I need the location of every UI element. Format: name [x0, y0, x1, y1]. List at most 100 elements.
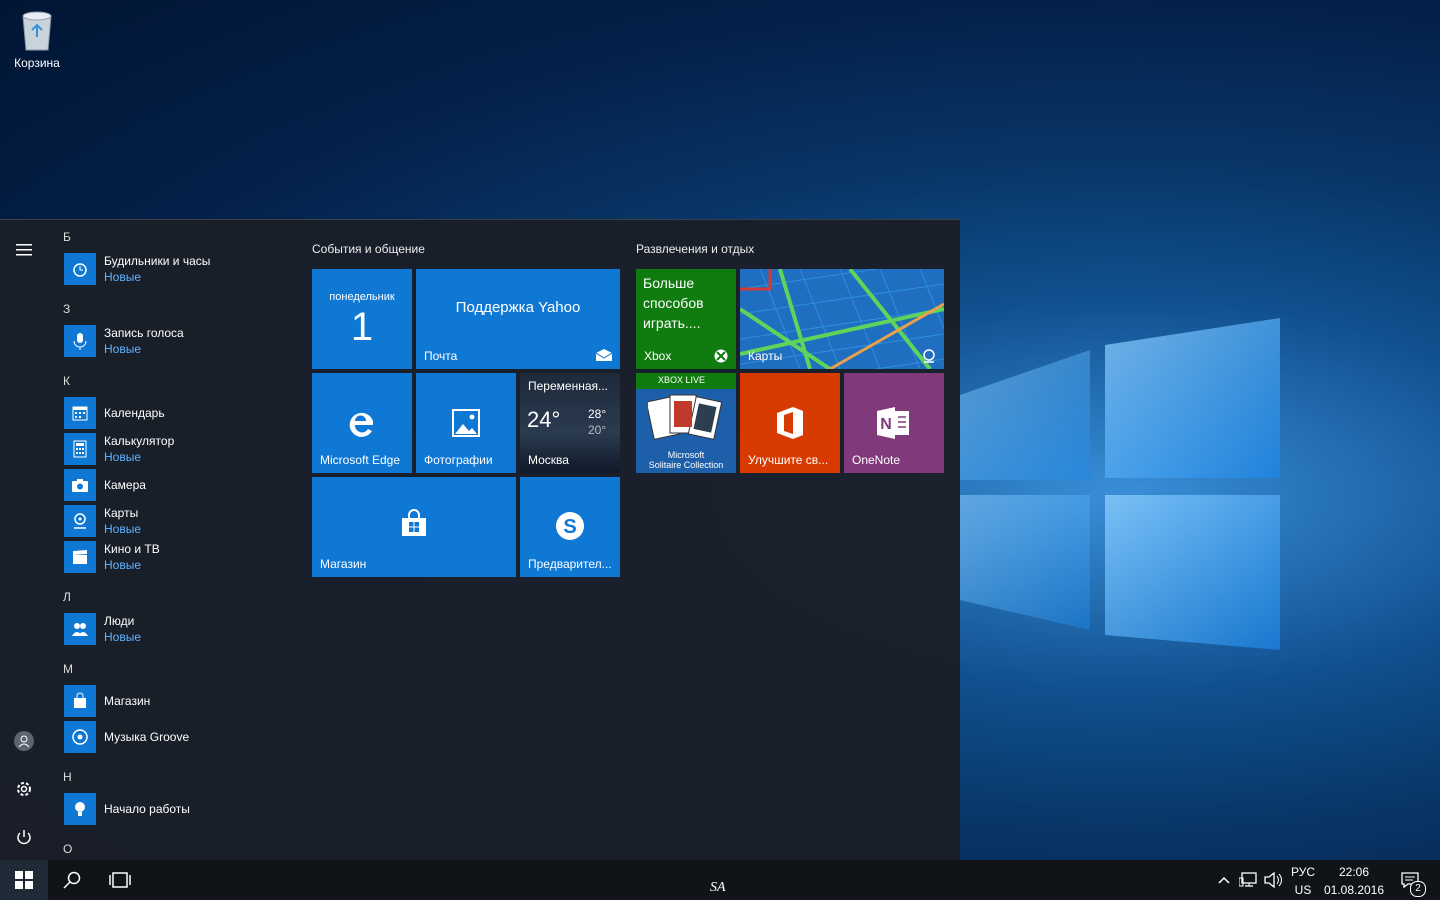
app-name: Люди [104, 614, 135, 628]
alarm-clock-icon [64, 253, 96, 285]
app-name: Кино и ТВ [104, 542, 160, 556]
skype-icon: S [556, 512, 584, 540]
task-view-button[interactable] [96, 860, 144, 900]
tile-photos[interactable]: Фотографии [416, 373, 516, 473]
tile-office[interactable]: Улучшите св... [740, 373, 840, 473]
expand-menu-button[interactable] [8, 234, 40, 266]
recycle-bin[interactable]: Корзина [8, 8, 66, 70]
keyboard-layout: US [1294, 883, 1312, 897]
xbox-promo-text: Больше способов играть.... [643, 275, 704, 331]
tile-label: Xbox [644, 349, 672, 363]
app-name: Запись голоса [104, 326, 184, 340]
app-calendar[interactable]: Календарь [64, 397, 165, 429]
power-button[interactable] [8, 821, 40, 853]
app-name: Камера [104, 478, 146, 492]
edge-icon [349, 412, 373, 437]
show-hidden-icons-button[interactable] [1212, 860, 1236, 900]
weather-city: Москва [528, 453, 569, 467]
svg-text:S: S [563, 516, 576, 538]
app-movies-tv[interactable]: Кино и ТВ Новые [64, 541, 160, 573]
app-voice-recorder[interactable]: Запись голоса Новые [64, 325, 184, 357]
clapperboard-icon [64, 541, 96, 573]
onenote-icon: N [877, 407, 909, 439]
app-badge: Новые [104, 522, 142, 536]
app-name: Калькулятор [104, 434, 175, 448]
app-badge: Новые [104, 630, 142, 644]
playing-cards-icon [648, 394, 723, 440]
app-alarms[interactable]: Будильники и часы Новые [64, 253, 210, 285]
start-button[interactable] [0, 860, 48, 900]
clock-time: 22:06 [1338, 865, 1370, 879]
people-icon [64, 613, 96, 645]
office-icon [777, 407, 803, 439]
start-rail [0, 220, 48, 861]
watermark: SA [710, 880, 726, 895]
tile-label: Фотографии [424, 453, 493, 467]
input-language-button[interactable]: РУС US [1288, 863, 1318, 897]
photos-icon [452, 409, 480, 437]
user-account-button[interactable] [8, 725, 40, 757]
taskbar: SA РУС US 22:06 01.08.2016 2 [0, 860, 1440, 900]
network-button[interactable] [1236, 860, 1260, 900]
xbox-live-badge: XBOX LIVE [658, 375, 706, 385]
lightbulb-icon [64, 793, 96, 825]
app-name: Карты [104, 506, 139, 520]
tile-skype[interactable]: S Предварител... [520, 477, 620, 577]
app-name: Начало работы [104, 802, 190, 816]
windows-logo-icon [15, 871, 33, 889]
mail-title: Поддержка Yahoo [455, 299, 581, 316]
app-maps[interactable]: Карты Новые [64, 505, 141, 537]
tile-store[interactable]: Магазин [312, 477, 516, 577]
gear-icon [17, 782, 31, 796]
clock-button[interactable]: 22:06 01.08.2016 [1322, 863, 1386, 897]
letter-header[interactable]: О [63, 842, 72, 856]
letter-header[interactable]: Н [63, 770, 72, 784]
action-center-button[interactable]: 2 [1390, 860, 1430, 900]
weather-condition: Переменная... [528, 379, 608, 393]
solitaire-title-line1: Microsoft [667, 450, 705, 460]
tile-mail[interactable]: Поддержка Yahoo Почта [416, 269, 620, 369]
tile-solitaire[interactable]: XBOX LIVE Microsoft Solitaire Collection [636, 373, 736, 473]
group-title[interactable]: События и общение [312, 242, 425, 256]
tile-label: Microsoft Edge [320, 453, 401, 467]
tile-weather[interactable]: Переменная... 24° 28° 20° Москва [520, 373, 620, 473]
tile-calendar[interactable]: понедельник 1 [312, 269, 412, 369]
app-get-started[interactable]: Начало работы [64, 793, 190, 825]
power-icon [17, 830, 31, 845]
language-code: РУС [1290, 865, 1316, 879]
app-name: Будильники и часы [104, 254, 211, 268]
letter-header[interactable]: З [63, 302, 70, 316]
calculator-icon [64, 433, 96, 465]
tile-xbox[interactable]: Больше способов играть.... Xbox [636, 269, 736, 369]
app-camera[interactable]: Камера [64, 469, 146, 501]
letter-header[interactable]: М [63, 662, 73, 676]
app-store[interactable]: Магазин [64, 685, 150, 717]
tile-label: OneNote [852, 453, 901, 467]
search-button[interactable] [48, 860, 96, 900]
camera-icon [64, 469, 96, 501]
chevron-up-icon [1218, 876, 1230, 884]
app-badge: Новые [104, 558, 142, 572]
letter-header[interactable]: Л [63, 590, 71, 604]
svg-text:N: N [880, 416, 892, 433]
app-calculator[interactable]: Калькулятор Новые [64, 433, 174, 465]
tile-onenote[interactable]: N OneNote [844, 373, 944, 473]
volume-button[interactable] [1260, 860, 1286, 900]
app-people[interactable]: Люди Новые [64, 613, 141, 645]
solitaire-title-line2: Solitaire Collection [648, 460, 724, 470]
notification-count-badge: 2 [1410, 881, 1426, 897]
app-groove-music[interactable]: Музыка Groove [64, 721, 189, 753]
group-title[interactable]: Развлечения и отдых [636, 242, 754, 256]
tile-label: Почта [424, 349, 458, 363]
tile-maps[interactable]: Карты [740, 269, 944, 369]
letter-header[interactable]: К [63, 374, 70, 388]
groove-music-icon [64, 721, 96, 753]
weather-temp: 24° [527, 407, 561, 432]
tile-label: Магазин [320, 557, 367, 571]
letter-header[interactable]: Б [63, 230, 71, 244]
calendar-day: понедельник [329, 291, 395, 303]
store-bag-icon [64, 685, 96, 717]
tile-edge[interactable]: Microsoft Edge [312, 373, 412, 473]
settings-button[interactable] [8, 773, 40, 805]
microphone-icon [64, 325, 96, 357]
